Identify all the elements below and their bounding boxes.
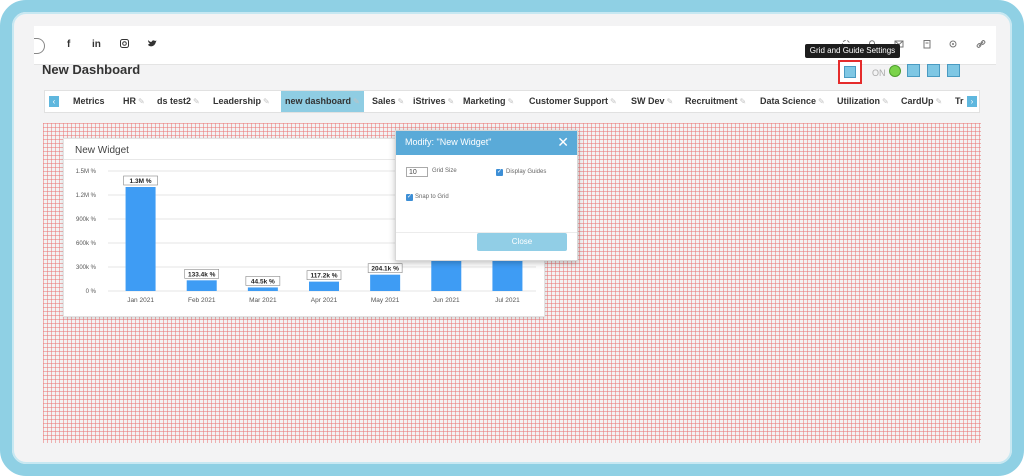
snap-to-grid-label: Snap to Grid [415,194,449,200]
pencil-icon[interactable]: ✎ [508,97,515,106]
display-guides-label: Display Guides [506,169,547,175]
x-tick-label: May 2021 [371,297,400,304]
pencil-icon[interactable]: ✎ [398,97,405,106]
tab-label: Sales [372,96,396,106]
tab-label: SW Dev [631,96,665,106]
tab-scroll-left-button[interactable]: ‹ [49,96,59,107]
layout-button-2[interactable] [927,64,940,77]
tab-label: iStrives [413,96,446,106]
sidebar-toggle-icon[interactable] [34,38,45,54]
grid-settings-tooltip: Grid and Guide Settings [805,44,900,58]
layout-button-1[interactable] [907,64,920,77]
y-tick-label: 0 % [86,289,97,295]
modify-widget-dialog: Modify: "New Widget" ✕ 10 Grid Size ✓ Di… [395,130,578,261]
layout-button-3[interactable] [947,64,960,77]
pencil-icon[interactable]: ✎ [667,97,674,106]
y-tick-label: 600k % [76,241,97,247]
y-tick-label: 1.2M % [76,193,97,199]
grid-size-input[interactable]: 10 [406,167,428,177]
tab-utilization[interactable]: Utilization ✎ [833,91,893,112]
tab-label: Data Science [760,96,817,106]
close-icon[interactable]: ✕ [557,134,569,150]
tab-label: Customer Support [529,96,609,106]
bar [370,274,401,291]
tab-label: new dashboard [285,96,352,106]
twitter-icon[interactable] [147,39,157,51]
bar [247,287,278,291]
pencil-icon[interactable]: ✎ [740,97,747,106]
bar [309,281,339,291]
widget-title: New Widget [75,145,129,156]
link-icon[interactable] [976,39,986,49]
screenshot-frame: f in Grid and Guide Settings New Dashboa… [0,0,1024,476]
tab-hr[interactable]: HR ✎ [119,91,149,112]
x-tick-label: Jun 2021 [433,297,460,304]
dialog-header: Modify: "New Widget" ✕ [396,131,577,155]
grid-size-label: Grid Size [432,168,457,174]
tab-recruitment[interactable]: Recruitment ✎ [681,91,750,112]
grid-toggle-label: ON [872,68,886,78]
x-tick-label: Jan 2021 [127,297,154,304]
grid-toggle-switch[interactable] [889,65,901,77]
data-label: 133.4k % [188,271,216,278]
clipboard-icon[interactable] [922,39,932,49]
tab-sw-dev[interactable]: SW Dev ✎ [627,91,677,112]
tab-new-dashboard[interactable]: new dashboard ✎ [281,91,364,112]
tab-label: CardUp [901,96,934,106]
tab-label: Leadership [213,96,262,106]
pencil-icon[interactable]: ✎ [263,97,270,106]
facebook-icon[interactable]: f [67,39,70,50]
data-label: 1.3M % [130,178,152,185]
dialog-title: Modify: "New Widget" [405,137,492,147]
y-tick-label: 900k % [76,217,97,223]
bar [125,187,156,291]
pencil-icon[interactable]: ✎ [818,97,825,106]
tab-sales[interactable]: Sales ✎ [368,91,408,112]
tab-istrives[interactable]: iStrives ✎ [409,91,458,112]
tab-label: HR [123,96,136,106]
close-button[interactable]: Close [477,233,567,251]
tab-label: Utilization [837,96,880,106]
tab-data-science[interactable]: Data Science ✎ [756,91,829,112]
tab-label: ds test2 [157,96,192,106]
page-title: New Dashboard [42,62,141,77]
tab-cardup[interactable]: CardUp ✎ [897,91,946,112]
pencil-icon[interactable]: ✎ [448,97,455,106]
settings-icon[interactable] [948,39,958,49]
data-label: 117.2k % [310,273,337,280]
pencil-icon[interactable]: ✎ [882,97,889,106]
x-tick-label: Mar 2021 [249,297,277,304]
linkedin-icon[interactable]: in [92,39,101,50]
pencil-icon[interactable]: ✎ [193,97,200,106]
y-tick-label: 300k % [76,265,97,271]
tab-tr[interactable]: Tr [951,91,968,112]
tab-label: Recruitment [685,96,738,106]
x-tick-label: Jul 2021 [495,297,520,304]
data-label: 44.5k % [251,278,275,285]
pencil-icon[interactable]: ✎ [138,97,145,106]
grid-settings-highlight [838,60,862,84]
x-tick-label: Apr 2021 [311,297,338,304]
dashboard-tab-bar: ‹ Metrics HR ✎ ds test2 ✎ Leadership ✎ new dash… [44,90,980,113]
bar [186,280,217,291]
tab-leadership[interactable]: Leadership ✎ [209,91,274,112]
y-tick-label: 1.5M % [76,169,97,175]
instagram-icon[interactable] [120,39,129,50]
tab-label: Metrics [73,96,105,106]
tab-metrics[interactable]: Metrics [69,91,109,112]
pencil-icon[interactable]: ✎ [353,97,360,106]
display-guides-checkbox[interactable]: ✓ [496,169,503,176]
pencil-icon[interactable]: ✎ [610,97,617,106]
tab-label: Marketing [463,96,506,106]
tab-ds-test2[interactable]: ds test2 ✎ [153,91,204,112]
tab-marketing[interactable]: Marketing ✎ [459,91,518,112]
tab-label: Tr [955,96,964,106]
tab-customer-support[interactable]: Customer Support ✎ [525,91,621,112]
pencil-icon[interactable]: ✎ [936,97,943,106]
grid-settings-button[interactable] [844,66,856,78]
tab-scroll-right-button[interactable]: › [967,96,977,107]
snap-to-grid-checkbox[interactable]: ✓ [406,194,413,201]
x-tick-label: Feb 2021 [188,297,216,304]
data-label: 204.1k % [371,266,399,273]
